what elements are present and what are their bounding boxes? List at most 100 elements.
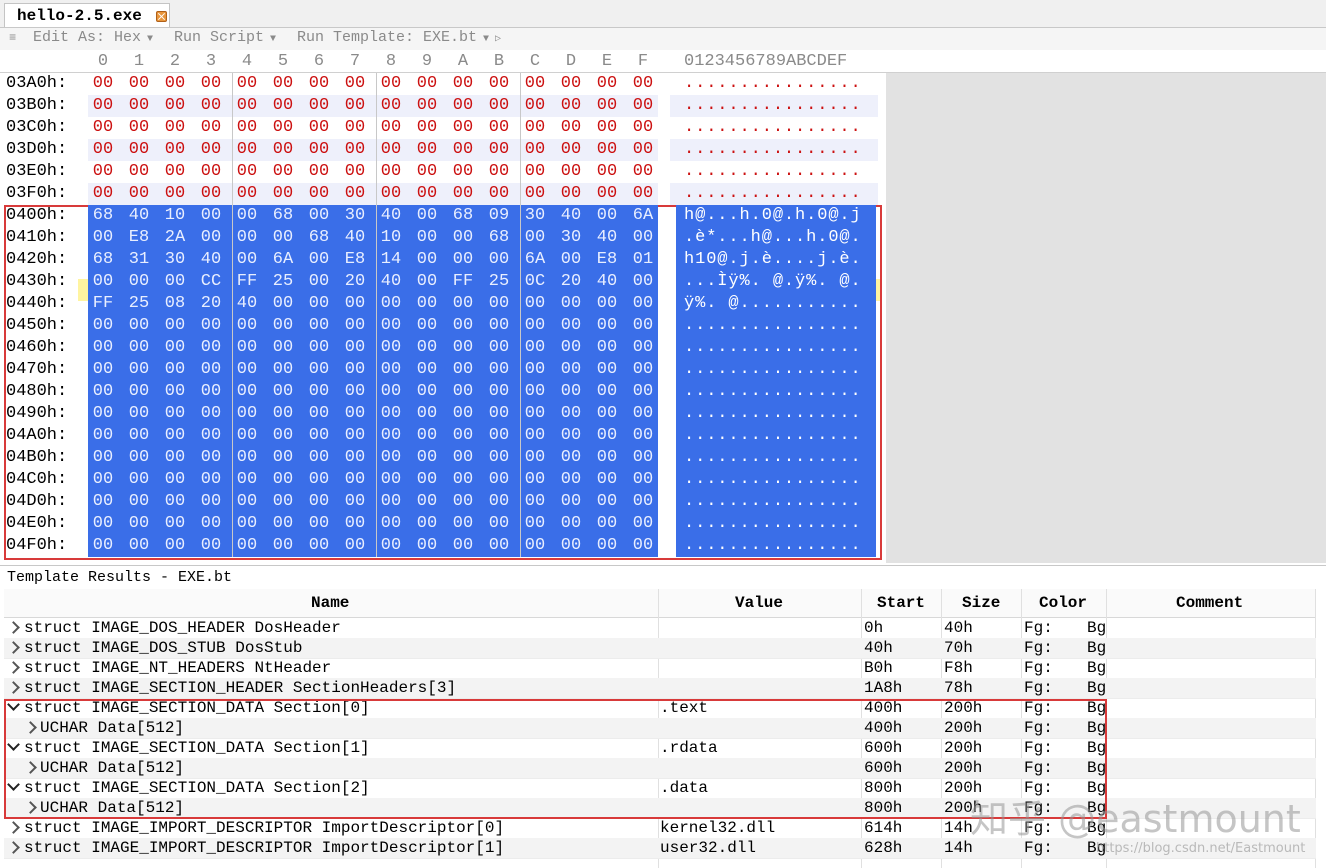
chevron-down-icon[interactable]: [7, 698, 20, 711]
hex-byte[interactable]: 00: [232, 360, 262, 379]
hex-row[interactable]: 03E0h: 00 00 00 00 00 00 00 00 00 00 00 00 00 00 00 00..…: [0, 161, 886, 183]
hex-byte[interactable]: 00: [88, 118, 118, 137]
hex-byte[interactable]: 40: [196, 250, 226, 269]
hex-byte[interactable]: FF: [88, 294, 118, 313]
hex-byte[interactable]: 00: [628, 426, 658, 445]
hex-byte[interactable]: 30: [556, 228, 586, 247]
hex-byte[interactable]: 00: [376, 96, 406, 115]
hex-byte[interactable]: 00: [268, 228, 298, 247]
ascii-text[interactable]: ................: [684, 360, 862, 379]
hex-byte[interactable]: 00: [412, 184, 442, 203]
hex-byte[interactable]: 00: [484, 294, 514, 313]
hex-byte[interactable]: 00: [232, 404, 262, 423]
hex-byte[interactable]: 00: [520, 536, 550, 555]
hex-byte[interactable]: 00: [484, 338, 514, 357]
hex-byte[interactable]: 00: [628, 448, 658, 467]
hex-byte[interactable]: 00: [448, 470, 478, 489]
hex-byte[interactable]: 00: [556, 338, 586, 357]
edit-as-dropdown[interactable]: Edit As: Hex ▼: [33, 29, 153, 46]
hex-byte[interactable]: 08: [160, 294, 190, 313]
hex-byte[interactable]: 00: [376, 338, 406, 357]
hex-row[interactable]: 0490h: 00 00 00 00 00 00 00 00 00 00 00 00 00 00 00 00..…: [0, 403, 886, 425]
hex-byte[interactable]: 00: [412, 338, 442, 357]
hex-byte[interactable]: 00: [556, 162, 586, 181]
hex-byte[interactable]: 40: [592, 272, 622, 291]
ascii-text[interactable]: ................: [684, 382, 862, 401]
ascii-text[interactable]: ................: [684, 404, 862, 423]
column-header-name[interactable]: Name: [311, 594, 349, 612]
hex-byte[interactable]: 00: [556, 250, 586, 269]
hex-byte[interactable]: 00: [448, 96, 478, 115]
hex-byte[interactable]: 6A: [520, 250, 550, 269]
hex-byte[interactable]: 00: [556, 74, 586, 93]
hex-byte[interactable]: 00: [232, 448, 262, 467]
hex-byte[interactable]: 00: [520, 360, 550, 379]
hex-byte[interactable]: 00: [124, 118, 154, 137]
hex-byte[interactable]: 00: [232, 140, 262, 159]
hex-byte[interactable]: 00: [340, 316, 370, 335]
hex-byte[interactable]: 14: [376, 250, 406, 269]
hex-byte[interactable]: 00: [556, 118, 586, 137]
hex-byte[interactable]: 00: [520, 404, 550, 423]
hex-byte[interactable]: 00: [268, 140, 298, 159]
hex-byte[interactable]: 31: [124, 250, 154, 269]
hex-byte[interactable]: 00: [484, 448, 514, 467]
hex-byte[interactable]: 00: [88, 448, 118, 467]
hex-byte[interactable]: 00: [196, 228, 226, 247]
hex-byte[interactable]: 00: [124, 492, 154, 511]
hex-byte[interactable]: 00: [556, 448, 586, 467]
hex-byte[interactable]: 00: [592, 492, 622, 511]
hex-byte[interactable]: 00: [484, 250, 514, 269]
hex-byte[interactable]: 00: [340, 294, 370, 313]
ascii-text[interactable]: h10@.j.è....j.è.: [684, 250, 862, 269]
ascii-text[interactable]: ................: [684, 492, 862, 511]
column-header-color[interactable]: Color: [1039, 594, 1087, 612]
hex-byte[interactable]: 00: [340, 338, 370, 357]
hex-byte[interactable]: 00: [412, 316, 442, 335]
hex-byte[interactable]: 00: [124, 96, 154, 115]
hex-row[interactable]: 0480h: 00 00 00 00 00 00 00 00 00 00 00 00 00 00 00 00..…: [0, 381, 886, 403]
hex-byte[interactable]: 00: [412, 250, 442, 269]
hex-byte[interactable]: 00: [160, 316, 190, 335]
hex-byte[interactable]: 00: [196, 338, 226, 357]
hex-byte[interactable]: 00: [304, 272, 334, 291]
hex-byte[interactable]: 00: [340, 404, 370, 423]
ascii-text[interactable]: ................: [684, 316, 862, 335]
hex-byte[interactable]: 00: [340, 360, 370, 379]
hex-byte[interactable]: 00: [88, 162, 118, 181]
hex-byte[interactable]: 00: [484, 536, 514, 555]
hex-byte[interactable]: 00: [628, 404, 658, 423]
hex-byte[interactable]: 00: [232, 206, 262, 225]
template-row[interactable]: UCHAR Data[512] 400h 200h Fg: Bg: [4, 718, 1316, 739]
hex-byte[interactable]: 00: [268, 426, 298, 445]
hex-byte[interactable]: 68: [268, 206, 298, 225]
hex-byte[interactable]: 00: [88, 404, 118, 423]
hex-byte[interactable]: 00: [268, 294, 298, 313]
hex-byte[interactable]: 00: [196, 404, 226, 423]
hex-byte[interactable]: 00: [304, 382, 334, 401]
hex-byte[interactable]: 00: [628, 470, 658, 489]
hex-byte[interactable]: 00: [628, 162, 658, 181]
hex-byte[interactable]: 30: [520, 206, 550, 225]
hex-byte[interactable]: 00: [556, 316, 586, 335]
hex-byte[interactable]: 00: [232, 96, 262, 115]
hex-byte[interactable]: 68: [88, 250, 118, 269]
hex-byte[interactable]: 00: [520, 382, 550, 401]
hex-byte[interactable]: 00: [232, 316, 262, 335]
hex-byte[interactable]: 10: [376, 228, 406, 247]
hex-byte[interactable]: 00: [484, 360, 514, 379]
hex-byte[interactable]: 00: [232, 228, 262, 247]
hex-byte[interactable]: 00: [520, 316, 550, 335]
hex-byte[interactable]: 00: [412, 294, 442, 313]
hex-byte[interactable]: 00: [628, 514, 658, 533]
hex-byte[interactable]: 00: [448, 118, 478, 137]
hex-byte[interactable]: 00: [124, 536, 154, 555]
hex-byte[interactable]: 00: [304, 492, 334, 511]
hex-byte[interactable]: 00: [484, 492, 514, 511]
hex-byte[interactable]: 00: [196, 426, 226, 445]
hex-byte[interactable]: 00: [304, 360, 334, 379]
hex-byte[interactable]: 00: [304, 316, 334, 335]
hex-byte[interactable]: 00: [124, 382, 154, 401]
hex-byte[interactable]: 00: [124, 514, 154, 533]
hex-byte[interactable]: 09: [484, 206, 514, 225]
